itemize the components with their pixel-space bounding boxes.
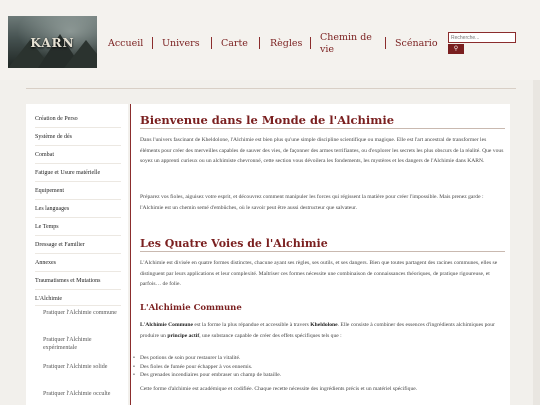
- sidebar: Création de Perso Système de dés Combat …: [26, 104, 128, 405]
- sidebar-divider: [35, 217, 121, 218]
- bold-term: principe actif: [167, 332, 200, 339]
- list-item: Des grenades incendiaires pour embraser …: [131, 371, 501, 380]
- common-paragraph: L'Alchimie Commune est la forme la plus …: [140, 320, 506, 341]
- nav-separator: [211, 37, 212, 49]
- sidebar-divider: [35, 145, 121, 146]
- text-run: , une substance capable de créer des eff…: [199, 332, 342, 339]
- section-divider: [140, 251, 505, 252]
- sidebar-subitem-alchimie-commune[interactable]: Pratiquer l'Alchimie commune: [43, 309, 123, 317]
- sidebar-divider: [35, 163, 121, 164]
- section-paragraph: L'Alchimie est divisée en quatre formes …: [140, 260, 498, 287]
- title-divider: [140, 128, 505, 129]
- intro-paragraph-1: Dans l'univers fascinant de Kheldolone, …: [140, 137, 504, 164]
- search-input[interactable]: [448, 32, 516, 43]
- nav-scenario[interactable]: Scénario: [395, 38, 438, 50]
- sidebar-divider: [35, 271, 121, 272]
- nav-separator: [259, 37, 260, 49]
- nav-accueil[interactable]: Accueil: [108, 38, 143, 50]
- nav-univers[interactable]: Univers: [162, 38, 200, 50]
- nav-separator: [385, 37, 386, 49]
- sidebar-divider: [35, 289, 121, 290]
- list-item: Des potions de soin pour restaurer la vi…: [131, 354, 501, 363]
- bold-term: Kheldolone: [310, 322, 338, 328]
- logo-title: KARN: [30, 36, 75, 50]
- intro-paragraph-2: Préparez vos fioles, aiguisez votre espr…: [140, 194, 484, 211]
- sidebar-item-combat[interactable]: Combat: [35, 151, 54, 159]
- sidebar-item-traumatismes[interactable]: Traumatismes et Mutations: [35, 277, 100, 285]
- site-logo[interactable]: KARN: [8, 16, 97, 68]
- main-content: Bienvenue dans le Monde de l'Alchimie Da…: [131, 104, 510, 405]
- sidebar-subitem-alchimie-occulte[interactable]: Pratiquer l'Alchimie occulte: [43, 390, 123, 398]
- effects-list: Des potions de soin pour restaurer la vi…: [131, 354, 501, 380]
- sidebar-item-fatigue[interactable]: Fatigue et Usure matérielle: [35, 169, 100, 177]
- text-run: est la forme la plus répandue et accessi…: [192, 322, 311, 328]
- nav-carte[interactable]: Carte: [221, 38, 248, 50]
- sidebar-subitem-alchimie-solide[interactable]: Pratiquer l'Alchimie solide: [43, 363, 123, 371]
- sidebar-item-languages[interactable]: Les languages: [35, 205, 69, 213]
- site-header: KARN Accueil Univers Carte Règles Chemin…: [0, 0, 540, 80]
- sidebar-divider: [35, 127, 121, 128]
- header-divider: [26, 88, 516, 89]
- sidebar-item-creation-de-perso[interactable]: Création de Perso: [35, 115, 78, 123]
- page-scrollbar[interactable]: [533, 80, 540, 405]
- sidebar-divider: [35, 235, 121, 236]
- nav-separator: [152, 37, 153, 49]
- page-title: Bienvenue dans le Monde de l'Alchimie: [140, 113, 395, 127]
- sidebar-item-equipement[interactable]: Equipement: [35, 187, 64, 195]
- sidebar-divider: [35, 181, 121, 182]
- sidebar-divider: [35, 253, 121, 254]
- closing-paragraph: Cette forme d'alchimie est académique et…: [140, 386, 418, 392]
- sidebar-item-alchimie[interactable]: L'Alchimie: [35, 295, 62, 303]
- search-button[interactable]: ⚲: [448, 44, 464, 54]
- sidebar-item-systeme-de-des[interactable]: Système de dés: [35, 133, 72, 141]
- list-item: Des fioles de fumée pour échapper à vos …: [131, 363, 501, 372]
- nav-separator: [310, 37, 311, 49]
- sidebar-subitem-alchimie-experimentale[interactable]: Pratiquer l'Alchimie expérimentale: [43, 336, 123, 352]
- section-title: Les Quatre Voies de l'Alchimie: [140, 237, 328, 250]
- subsection-title: L'Alchimie Commune: [140, 303, 242, 313]
- nav-regles[interactable]: Règles: [270, 38, 302, 50]
- sidebar-item-annexes[interactable]: Annexes: [35, 259, 56, 267]
- sidebar-item-dressage[interactable]: Dressage et Familier: [35, 241, 85, 249]
- nav-chemin-de-vie[interactable]: Chemin de vie: [320, 32, 376, 56]
- search-icon: ⚲: [453, 45, 459, 52]
- sidebar-divider: [35, 305, 121, 306]
- bold-term: L'Alchimie Commune: [140, 322, 193, 328]
- sidebar-item-le-temps[interactable]: Le Temps: [35, 223, 59, 231]
- sidebar-divider: [35, 199, 121, 200]
